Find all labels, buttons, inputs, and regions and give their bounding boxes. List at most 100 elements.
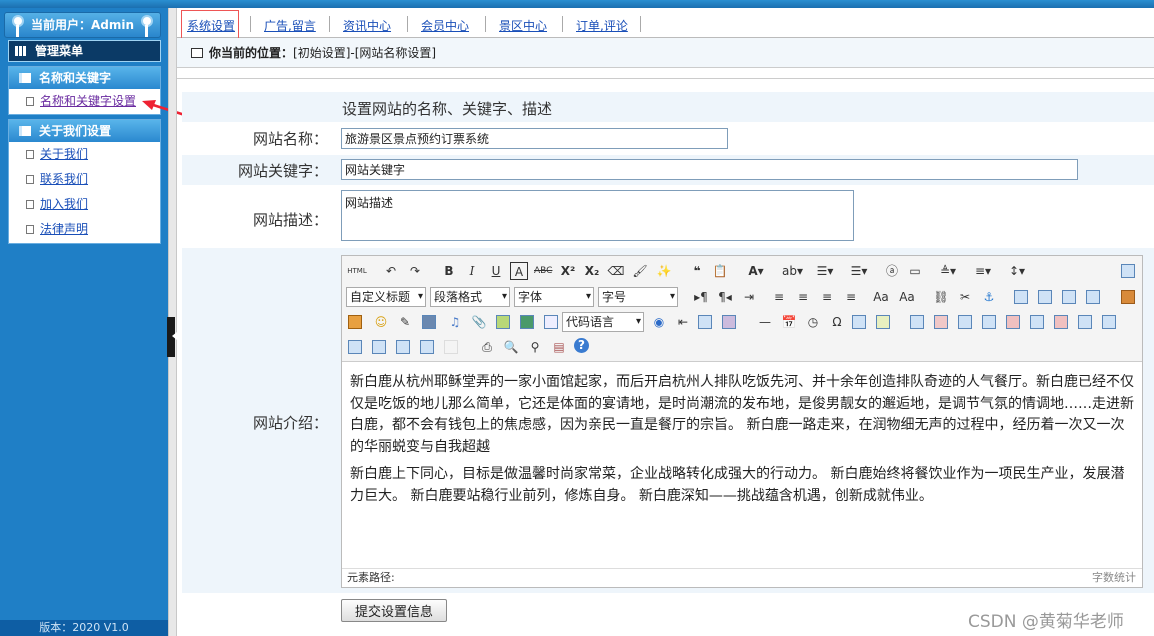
line-height-icon[interactable]: ↕▾ xyxy=(1008,262,1026,280)
unlink-icon[interactable]: ✂ xyxy=(956,288,974,306)
date-icon[interactable]: 📅 xyxy=(780,313,798,331)
tab-scenic-center[interactable]: 景区中心 xyxy=(499,17,547,34)
align-center-icon[interactable]: ≡ xyxy=(794,288,812,306)
format-brush-icon[interactable]: 🖌 xyxy=(631,262,649,280)
insert-row-icon[interactable] xyxy=(982,315,996,329)
simple-upload-icon[interactable] xyxy=(1121,290,1135,304)
insert-image-icon[interactable] xyxy=(348,315,362,329)
indent-icon[interactable]: ⇥ xyxy=(740,288,758,306)
code-language-select[interactable]: 代码语言 xyxy=(562,312,644,332)
merge-down-icon[interactable] xyxy=(348,340,362,354)
time-icon[interactable]: ◷ xyxy=(804,313,822,331)
row-spacing-bottom-icon[interactable]: ≡▾ xyxy=(974,262,992,280)
music-icon[interactable]: ♫ xyxy=(446,313,464,331)
keywords-input[interactable] xyxy=(341,159,1078,180)
insert-frame-icon[interactable] xyxy=(544,315,558,329)
scrawl-icon[interactable]: ✎ xyxy=(396,313,414,331)
background-icon[interactable] xyxy=(722,315,736,329)
panel-header[interactable]: 关于我们设置 xyxy=(9,120,160,142)
underline-icon[interactable]: U xyxy=(487,262,505,280)
image-right-icon[interactable] xyxy=(1062,290,1076,304)
subscript-icon[interactable]: X₂ xyxy=(583,262,601,280)
undo-icon[interactable]: ↶ xyxy=(382,262,400,280)
auto-format-icon[interactable]: ✨ xyxy=(655,262,673,280)
split-cells-icon[interactable] xyxy=(372,340,386,354)
uppercase-icon[interactable]: Aа xyxy=(872,288,890,306)
delete-table-icon[interactable] xyxy=(934,315,948,329)
template-icon[interactable] xyxy=(698,315,712,329)
submit-settings-button[interactable]: 提交设置信息 xyxy=(341,599,447,622)
sidebar-item-legal[interactable]: 法律声明 xyxy=(9,217,160,242)
tab-ads-messages[interactable]: 广告,留言 xyxy=(264,17,316,34)
charts-icon[interactable] xyxy=(444,340,458,354)
link-icon[interactable]: ⛓ xyxy=(932,288,950,306)
web-app-icon[interactable]: ◉ xyxy=(650,313,668,331)
font-color-icon[interactable]: A▾ xyxy=(747,262,765,280)
background-color-icon[interactable]: ab▾ xyxy=(782,262,803,280)
sidebar-item-contact-us[interactable]: 联系我们 xyxy=(9,167,160,192)
sidebar-item-join-us[interactable]: 加入我们 xyxy=(9,192,160,217)
italic-icon[interactable]: I xyxy=(463,262,481,280)
image-left-icon[interactable] xyxy=(1038,290,1052,304)
drafts-icon[interactable]: ▤ xyxy=(550,338,568,356)
page-break-icon[interactable]: ⇤ xyxy=(674,313,692,331)
delete-row-icon[interactable] xyxy=(1006,315,1020,329)
image-center-icon[interactable] xyxy=(1086,290,1100,304)
direction-ltr-icon[interactable]: ▸¶ xyxy=(692,288,710,306)
gmap-icon[interactable] xyxy=(520,315,534,329)
tab-member-center[interactable]: 会员中心 xyxy=(421,17,469,34)
preview-zoom-icon[interactable]: 🔍 xyxy=(502,338,520,356)
merge-right-icon[interactable] xyxy=(1102,315,1116,329)
row-spacing-top-icon[interactable]: ≜▾ xyxy=(939,262,957,280)
source-html-icon[interactable]: HTML xyxy=(346,262,368,280)
insert-video-icon[interactable] xyxy=(422,315,436,329)
insert-table-icon[interactable] xyxy=(910,315,924,329)
insert-col-icon[interactable] xyxy=(1030,315,1044,329)
split-rows-icon[interactable] xyxy=(396,340,410,354)
align-right-icon[interactable]: ≡ xyxy=(818,288,836,306)
search-icon[interactable]: ⚲ xyxy=(526,338,544,356)
collapse-sidebar-toggle[interactable] xyxy=(167,317,177,357)
blockquote-icon[interactable]: ❝ xyxy=(688,262,706,280)
search-replace-icon[interactable] xyxy=(876,315,890,329)
preview-icon[interactable] xyxy=(1121,264,1135,278)
map-icon[interactable] xyxy=(496,315,510,329)
sidebar-item-about-us[interactable]: 关于我们 xyxy=(9,142,160,167)
tab-system-settings[interactable]: 系统设置 xyxy=(187,17,235,34)
custom-title-select[interactable]: 自定义标题 xyxy=(346,287,426,307)
direction-rtl-icon[interactable]: ¶◂ xyxy=(716,288,734,306)
lowercase-icon[interactable]: Aа xyxy=(898,288,916,306)
insert-paragraph-icon[interactable] xyxy=(958,315,972,329)
horizontal-rule-icon[interactable]: — xyxy=(756,313,774,331)
description-textarea[interactable]: 网站描述 xyxy=(341,190,854,241)
superscript-icon[interactable]: X² xyxy=(559,262,577,280)
merge-cells-icon[interactable] xyxy=(1078,315,1092,329)
tab-orders-comments[interactable]: 订单,评论 xyxy=(576,17,628,34)
bold-icon[interactable]: B xyxy=(440,262,458,280)
clear-doc-icon[interactable]: ▭ xyxy=(906,262,924,280)
wordimage-icon[interactable] xyxy=(852,315,866,329)
unordered-list-icon[interactable]: ☰▾ xyxy=(850,262,868,280)
paragraph-format-select[interactable]: 段落格式 xyxy=(430,287,510,307)
anchor-icon[interactable]: ⚓ xyxy=(980,288,998,306)
editor-content[interactable]: 新白鹿从杭州耶稣堂弄的一家小面馆起家，而后开启杭州人排队吃饭先河、并十余年创造排… xyxy=(350,372,1134,513)
site-name-input[interactable] xyxy=(341,128,728,149)
select-all-icon[interactable]: ⓐ xyxy=(883,262,901,280)
ordered-list-icon[interactable]: ☰▾ xyxy=(816,262,834,280)
emotion-icon[interactable]: ☺ xyxy=(372,313,390,331)
font-family-select[interactable]: 字体 xyxy=(514,287,594,307)
align-justify-icon[interactable]: ≡ xyxy=(842,288,860,306)
delete-col-icon[interactable] xyxy=(1054,315,1068,329)
print-icon[interactable]: ⎙ xyxy=(478,338,496,356)
font-size-select[interactable]: 字号 xyxy=(598,287,678,307)
sidebar-item-name-keywords-settings[interactable]: 名称和关键字设置 xyxy=(9,89,160,114)
attachment-icon[interactable]: 📎 xyxy=(470,313,488,331)
tab-news-center[interactable]: 资讯中心 xyxy=(343,17,391,34)
image-none-icon[interactable] xyxy=(1014,290,1028,304)
special-chars-icon[interactable]: Ω xyxy=(828,313,846,331)
split-cols-icon[interactable] xyxy=(420,340,434,354)
eraser-icon[interactable]: ⌫ xyxy=(607,262,625,280)
align-left-icon[interactable]: ≡ xyxy=(770,288,788,306)
panel-header[interactable]: 名称和关键字 xyxy=(9,67,160,89)
help-icon[interactable]: ? xyxy=(574,338,589,353)
